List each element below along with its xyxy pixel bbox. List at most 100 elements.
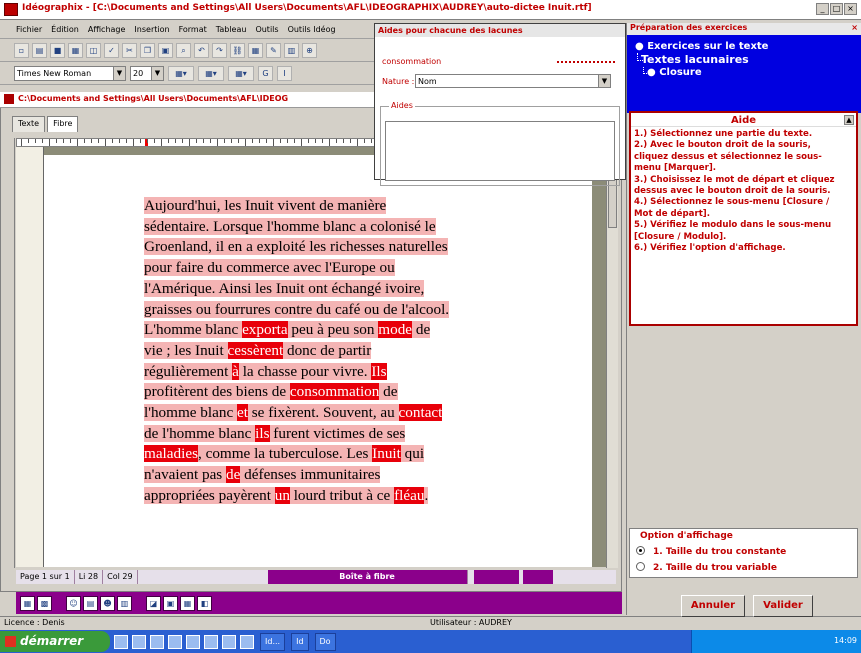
quicklaunch-icon[interactable] <box>240 634 254 649</box>
text-line[interactable]: maladies, comme la tuberculose. Les Inui… <box>144 444 529 465</box>
menu-insertion[interactable]: Insertion <box>134 25 169 34</box>
new-icon[interactable]: ▫ <box>14 43 29 58</box>
chevron-down-icon[interactable]: ▼ <box>151 67 163 80</box>
radio-icon[interactable] <box>636 546 645 555</box>
text-line[interactable]: appropriées payèrent un lourd tribut à c… <box>144 486 529 507</box>
validate-button[interactable]: Valider <box>753 595 813 617</box>
text-segment[interactable]: furent victimes de ses <box>269 424 406 442</box>
gap-word[interactable]: exporta <box>242 321 288 339</box>
gap-word[interactable]: cessèrent <box>227 341 284 359</box>
quicklaunch-icon[interactable] <box>222 634 236 649</box>
aides-textarea[interactable] <box>385 121 615 181</box>
maximize-button[interactable]: □ <box>830 3 843 15</box>
gap-word[interactable]: de <box>226 466 241 484</box>
text-segment[interactable]: n'avaient pas <box>144 466 227 484</box>
chevron-up-icon[interactable]: ▲ <box>844 115 854 125</box>
quicklaunch-icon[interactable] <box>186 634 200 649</box>
quicklaunch-icon[interactable] <box>114 634 128 649</box>
menu-edition[interactable]: Édition <box>51 25 79 34</box>
text-segment[interactable]: , comme la tuberculose. Les <box>197 445 373 463</box>
preview-icon[interactable]: ◫ <box>86 43 101 58</box>
gap-word[interactable]: et <box>237 404 248 422</box>
text-segment[interactable]: profitèrent des biens de <box>144 383 290 401</box>
gap-word[interactable]: Ils <box>371 362 387 380</box>
text-segment[interactable]: donc de partir <box>283 341 372 359</box>
save-icon[interactable]: ■ <box>50 43 65 58</box>
text-line[interactable]: Groenland, il en a exploité les richesse… <box>144 237 529 258</box>
gap-word[interactable]: Inuit <box>372 445 401 463</box>
gap-word[interactable]: consommation <box>289 383 380 401</box>
undo-icon[interactable]: ↶ <box>194 43 209 58</box>
font-size-select[interactable]: 20 ▼ <box>130 66 164 81</box>
radio-icon[interactable] <box>636 562 645 571</box>
quicklaunch-icon[interactable] <box>150 634 164 649</box>
menu-fichier[interactable]: Fichier <box>16 25 42 34</box>
paste-icon[interactable]: ▣ <box>158 43 173 58</box>
italic-icon[interactable]: I <box>277 66 292 81</box>
text-line[interactable]: pour faire du commerce avec l'Europe ou <box>144 258 529 279</box>
style-button-2[interactable]: ▦▾ <box>198 66 224 81</box>
text-segment[interactable]: de <box>379 383 398 401</box>
text-line[interactable]: régulièrement à la chasse pour vivre. Il… <box>144 362 529 383</box>
gap-word[interactable]: à <box>232 362 239 380</box>
style-button-3[interactable]: ▦▾ <box>228 66 254 81</box>
tab-fibre[interactable]: Fibre <box>47 116 79 132</box>
close-icon[interactable]: × <box>851 23 858 32</box>
text-line[interactable]: L'homme blanc exporta peu à peu son mode… <box>144 320 529 341</box>
task-button[interactable]: Do <box>314 632 336 651</box>
gap-word[interactable]: maladies <box>144 445 198 463</box>
start-button[interactable]: démarrer <box>0 631 110 652</box>
print-icon[interactable]: ▦ <box>68 43 83 58</box>
gap-word[interactable]: fléau <box>394 486 425 504</box>
grid-icon[interactable]: ▦ <box>20 595 35 611</box>
style-button-1[interactable]: ▦▾ <box>168 66 194 81</box>
text-segment[interactable]: L'homme blanc <box>144 321 243 339</box>
text-segment[interactable]: graisses ou fourrures contre du café ou … <box>144 300 450 318</box>
gap-word[interactable]: ils <box>255 424 270 442</box>
link-icon[interactable]: ⛓ <box>230 43 245 58</box>
table-icon[interactable]: ▤ <box>83 595 98 611</box>
text-segment[interactable]: défenses immunitaires <box>240 466 381 484</box>
text-segment[interactable]: l'homme blanc <box>144 404 237 422</box>
menu-outils-ideog[interactable]: Outils Idéog <box>288 25 336 34</box>
menu-format[interactable]: Format <box>179 25 207 34</box>
gap-word[interactable]: un <box>274 486 290 504</box>
image-icon[interactable]: ◪ <box>146 595 161 611</box>
menu-affichage[interactable]: Affichage <box>88 25 126 34</box>
text-segment[interactable]: l'Amérique. Ainsi les Inuit ont échangé … <box>144 279 425 297</box>
text-line[interactable]: sédentaire. Lorsque l'homme blanc a colo… <box>144 217 529 238</box>
close-button[interactable]: × <box>844 3 857 15</box>
text-line[interactable]: Aujourd'hui, les Inuit vivent de manière <box>144 196 529 217</box>
quicklaunch-icon[interactable] <box>168 634 182 649</box>
people-alt-icon[interactable]: ☻ <box>100 595 115 611</box>
copy-icon[interactable]: ❐ <box>140 43 155 58</box>
spell-icon[interactable]: ✓ <box>104 43 119 58</box>
columns-icon[interactable]: ▥ <box>117 595 132 611</box>
columns-icon[interactable]: ▥ <box>284 43 299 58</box>
text-segment[interactable]: sédentaire. Lorsque l'homme blanc a colo… <box>144 217 436 235</box>
tile-icon[interactable]: ◧ <box>197 595 212 611</box>
open-icon[interactable]: ▤ <box>32 43 47 58</box>
gap-word[interactable]: contact <box>398 404 443 422</box>
tree-item-closure[interactable]: ● Closure <box>647 67 702 78</box>
find-icon[interactable]: ⌕ <box>176 43 191 58</box>
quicklaunch-icon[interactable] <box>132 634 146 649</box>
menu-outils[interactable]: Outils <box>255 25 278 34</box>
tree-item-lacunaires[interactable]: Textes lacunaires <box>641 53 749 66</box>
grid-alt-icon[interactable]: ▩ <box>37 595 52 611</box>
text-segment[interactable]: lourd tribut à ce <box>289 486 395 504</box>
minimize-button[interactable]: _ <box>816 3 829 15</box>
nature-select[interactable]: Nom ▼ <box>415 74 611 88</box>
text-segment[interactable]: . <box>424 486 429 504</box>
text-segment[interactable]: appropriées payèrent <box>144 486 275 504</box>
text-segment[interactable]: Groenland, il en a exploité les richesse… <box>144 238 448 256</box>
table-icon[interactable]: ▦ <box>248 43 263 58</box>
text-segment[interactable]: régulièrement <box>144 362 233 380</box>
text-line[interactable]: n'avaient pas de défenses immunitaires <box>144 465 529 486</box>
text-line[interactable]: de l'homme blanc ils furent victimes de … <box>144 424 529 445</box>
text-segment[interactable]: la chasse pour vivre. <box>238 362 372 380</box>
redo-icon[interactable]: ↷ <box>212 43 227 58</box>
tab-texte[interactable]: Texte <box>12 116 46 132</box>
chevron-down-icon[interactable]: ▼ <box>113 67 125 80</box>
quicklaunch-icon[interactable] <box>204 634 218 649</box>
